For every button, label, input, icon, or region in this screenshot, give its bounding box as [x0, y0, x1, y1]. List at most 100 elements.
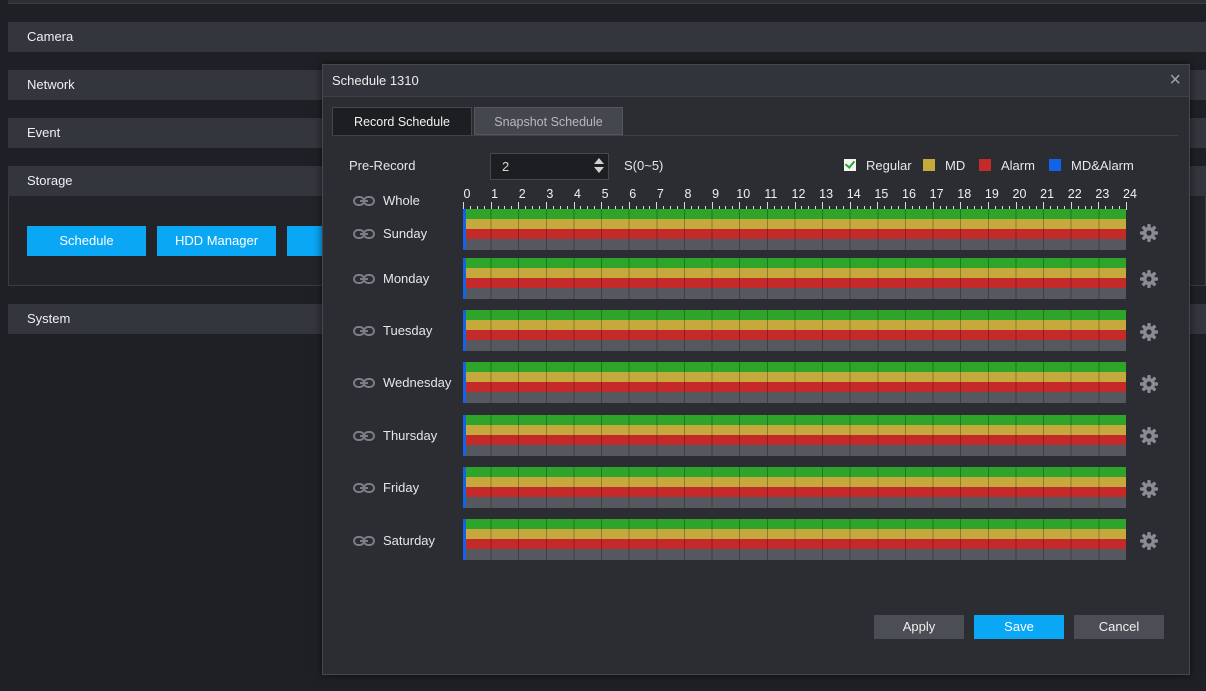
- prerecord-input[interactable]: [491, 154, 587, 179]
- hour-label: 12: [791, 187, 806, 201]
- alarm-track: [463, 539, 1126, 549]
- schedule-bar-friday[interactable]: [463, 467, 1126, 508]
- day-label-thursday: Thursday: [383, 428, 438, 443]
- day-label-saturday: Saturday: [383, 533, 436, 548]
- link-icon[interactable]: [353, 195, 375, 207]
- hdd-manager-button[interactable]: HDD Manager: [157, 226, 276, 256]
- link-icon[interactable]: [353, 273, 375, 285]
- time-marker: [463, 519, 466, 560]
- arrow-down-icon[interactable]: [594, 167, 604, 173]
- hour-label: 8: [684, 187, 692, 201]
- stepper-arrows[interactable]: [593, 157, 605, 177]
- link-icon[interactable]: [353, 535, 375, 547]
- link-icon[interactable]: [353, 228, 375, 240]
- regular-track: [463, 258, 1126, 268]
- hour-label: 14: [846, 187, 861, 201]
- alarm-track: [463, 382, 1126, 392]
- time-marker: [463, 310, 466, 351]
- md-alarm-track: [463, 392, 1126, 403]
- hour-label: 16: [902, 187, 916, 201]
- hour-label: 6: [629, 187, 637, 201]
- schedule-dialog: Schedule 1310 × Record Schedule Snapshot…: [322, 64, 1190, 675]
- gear-icon[interactable]: [1139, 426, 1159, 446]
- md-alarm-swatch-icon[interactable]: [1049, 159, 1061, 171]
- gear-icon[interactable]: [1139, 531, 1159, 551]
- day-label-sunday: Sunday: [383, 226, 428, 241]
- alarm-swatch-icon[interactable]: [979, 159, 991, 171]
- close-icon[interactable]: ×: [1169, 68, 1181, 92]
- alarm-track: [463, 330, 1126, 340]
- md-alarm-track: [463, 497, 1126, 508]
- schedule-bar-sunday[interactable]: [463, 209, 1126, 250]
- regular-track: [463, 519, 1126, 529]
- hour-label: 24: [1123, 187, 1137, 201]
- hour-label: 21: [1040, 187, 1055, 201]
- hour-label: 11: [764, 187, 778, 201]
- schedule-bar-monday[interactable]: [463, 258, 1126, 299]
- schedule-bar-saturday[interactable]: [463, 519, 1126, 560]
- hour-label: 19: [984, 187, 999, 201]
- md-alarm-track: [463, 445, 1126, 456]
- storage-button-hidden[interactable]: [287, 226, 327, 256]
- arrow-up-icon[interactable]: [594, 158, 604, 164]
- gear-icon[interactable]: [1139, 374, 1159, 394]
- legend-alarm[interactable]: Alarm: [979, 157, 1035, 173]
- gear-icon[interactable]: [1139, 269, 1159, 289]
- schedule-bar-tuesday[interactable]: [463, 310, 1126, 351]
- gear-icon[interactable]: [1139, 479, 1159, 499]
- day-label-friday: Friday: [383, 480, 420, 495]
- legend-regular[interactable]: Regular: [844, 157, 912, 173]
- legend-alarm-label: Alarm: [1001, 157, 1035, 173]
- hour-label: 17: [929, 187, 944, 201]
- alarm-track: [463, 487, 1126, 497]
- section-camera[interactable]: Camera: [8, 22, 1206, 52]
- tab-record-schedule[interactable]: Record Schedule: [332, 107, 472, 135]
- md-track: [463, 372, 1126, 382]
- prerecord-stepper[interactable]: [490, 153, 609, 180]
- md-alarm-track: [463, 549, 1126, 560]
- time-marker: [463, 415, 466, 456]
- time-marker: [463, 467, 466, 508]
- prerecord-label: Pre-Record: [349, 158, 416, 173]
- save-button[interactable]: Save: [974, 615, 1064, 639]
- md-alarm-track: [463, 239, 1126, 250]
- hour-label: 0: [463, 187, 471, 201]
- hour-label: 1: [491, 187, 499, 201]
- regular-track: [463, 209, 1126, 219]
- apply-button[interactable]: Apply: [874, 615, 964, 639]
- link-icon[interactable]: [353, 377, 375, 389]
- hour-label: 22: [1067, 187, 1082, 201]
- regular-track: [463, 467, 1126, 477]
- time-marker: [463, 209, 466, 250]
- hour-label: 7: [656, 187, 664, 201]
- dialog-title: Schedule 1310: [332, 73, 419, 88]
- day-label-whole: Whole: [383, 193, 420, 208]
- cancel-button[interactable]: Cancel: [1074, 615, 1164, 639]
- legend-md-label: MD: [945, 157, 966, 173]
- day-label-wednesday: Wednesday: [383, 375, 452, 390]
- link-icon[interactable]: [353, 482, 375, 494]
- schedule-bar-thursday[interactable]: [463, 415, 1126, 456]
- link-icon[interactable]: [353, 325, 375, 337]
- day-label-tuesday: Tuesday: [383, 323, 433, 338]
- hour-label: 23: [1095, 187, 1110, 201]
- md-track: [463, 268, 1126, 278]
- gear-icon[interactable]: [1139, 322, 1159, 342]
- hour-label: 13: [819, 187, 834, 201]
- schedule-bar-wednesday[interactable]: [463, 362, 1126, 403]
- checkbox-checked-icon[interactable]: [844, 159, 856, 171]
- gear-icon[interactable]: [1139, 223, 1159, 243]
- legend-md[interactable]: MD: [923, 157, 965, 173]
- link-icon[interactable]: [353, 430, 375, 442]
- hour-label: 20: [1012, 187, 1027, 201]
- md-track: [463, 477, 1126, 487]
- schedule-button[interactable]: Schedule: [27, 226, 146, 256]
- top-divider: [8, 0, 1206, 4]
- md-swatch-icon[interactable]: [923, 159, 935, 171]
- regular-track: [463, 362, 1126, 372]
- regular-track: [463, 415, 1126, 425]
- legend-regular-label: Regular: [866, 157, 912, 173]
- tab-snapshot-schedule[interactable]: Snapshot Schedule: [474, 107, 623, 135]
- legend-md-alarm[interactable]: MD&Alarm: [1049, 157, 1134, 173]
- alarm-track: [463, 229, 1126, 239]
